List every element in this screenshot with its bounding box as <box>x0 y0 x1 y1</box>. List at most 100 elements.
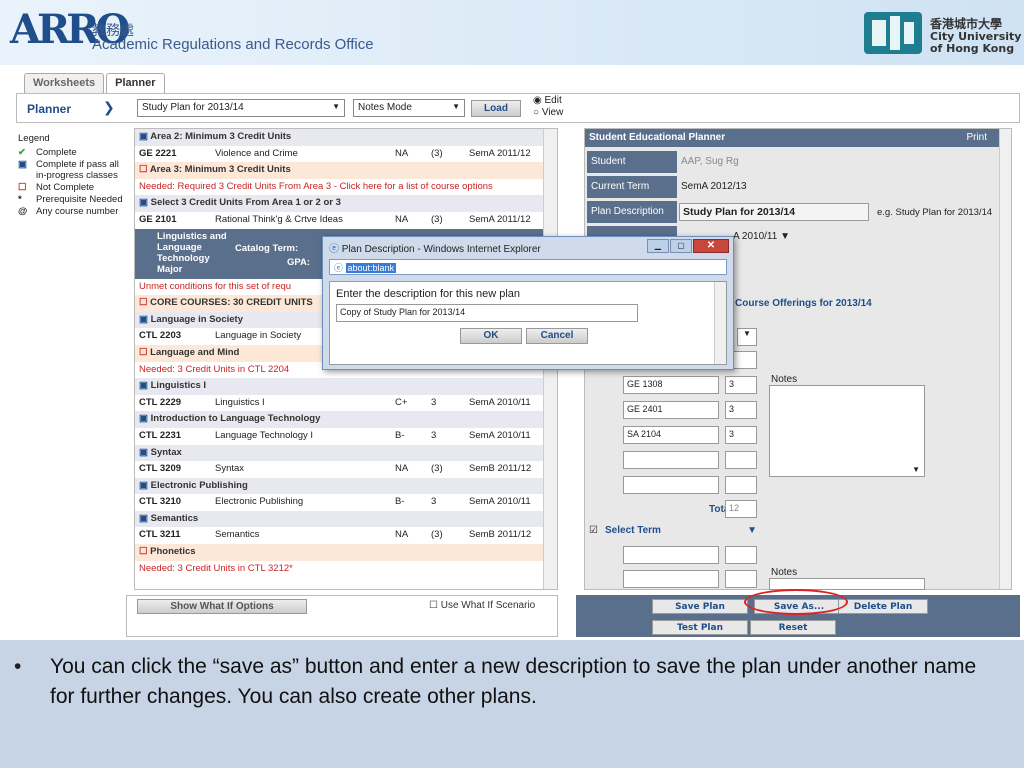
chevron-right-icon[interactable]: ❯ <box>103 100 115 116</box>
legend-label: Any course number <box>36 206 119 217</box>
requirement-header: ☐ Phonetics <box>135 544 557 561</box>
legend-label: Not Complete <box>36 182 95 193</box>
delete-plan-button[interactable]: Delete Plan <box>838 599 928 614</box>
course-input[interactable] <box>623 451 719 469</box>
save-plan-button[interactable]: Save Plan <box>652 599 748 614</box>
course-term: SemA 2010/11 <box>469 429 531 441</box>
notes-textarea[interactable]: ▼ <box>769 385 925 477</box>
legend-item: ▣ Complete if pass all in-progress classe… <box>18 159 126 181</box>
requirement-text: Introduction to Language Technology <box>150 413 321 425</box>
requirement-text: CORE COURSES: 30 CREDIT UNITS <box>150 297 313 309</box>
units-input[interactable] <box>725 451 757 469</box>
legend-item: ☐ Not Complete <box>18 182 126 193</box>
course-code: CTL 2231 <box>139 429 182 441</box>
total-value: 12 <box>725 500 757 518</box>
plan-description-input[interactable]: Study Plan for 2013/14 <box>679 203 869 221</box>
requirement-header: ☐ Area 3: Minimum 3 Credit Units <box>135 162 557 179</box>
print-link[interactable]: Print <box>966 129 987 147</box>
edit-radio[interactable]: ◉ Edit <box>533 95 562 106</box>
reset-button[interactable]: Reset <box>750 620 836 635</box>
units-input[interactable] <box>725 546 757 564</box>
mode-select[interactable]: Notes Mode ▼ <box>353 99 465 117</box>
course-title: Violence and Crime <box>215 147 298 159</box>
select-term-checkbox[interactable]: ☑ <box>589 525 598 536</box>
requirement-text: Needed: 3 Credit Units in CTL 2204 <box>139 363 290 375</box>
course-term: SemA 2010/11 <box>469 396 531 408</box>
units-input[interactable]: 3 <box>725 376 757 394</box>
show-what-if-button[interactable]: Show What If Options <box>137 599 307 614</box>
student-value: AAP, Sug Rg <box>681 156 739 167</box>
units-input[interactable]: 3 <box>725 401 757 419</box>
course-input[interactable] <box>623 476 719 494</box>
use-what-if-checkbox[interactable]: ☐ Use What If Scenario <box>429 600 535 611</box>
dialog-title: Plan Description - Windows Internet Expl… <box>341 244 541 255</box>
requirement-header: ▣ Semantics <box>135 510 557 528</box>
needed-row[interactable]: Needed: 3 Credit Units in CTL 3212* <box>135 560 557 578</box>
term-select-value: A 2010/11 <box>733 231 778 242</box>
requirement-text: Select 3 Credit Units From Area 1 or 2 o… <box>150 197 341 209</box>
view-radio[interactable]: ○ View <box>533 107 563 118</box>
units-input[interactable] <box>725 570 757 588</box>
mode-select-value: Notes Mode <box>358 102 412 113</box>
course-grade: B- <box>395 496 405 508</box>
legend-item: * Prerequisite Needed <box>18 194 126 205</box>
asterisk-icon: * <box>18 194 22 205</box>
course-input[interactable]: SA 2104 <box>623 426 719 444</box>
in-progress-icon: ▣ <box>139 131 151 142</box>
legend-label: Complete if pass all in-progress classes <box>36 159 119 181</box>
units-input[interactable]: 3 <box>725 426 757 444</box>
in-progress-icon: ▣ <box>139 512 151 524</box>
cancel-button[interactable]: Cancel <box>526 328 588 344</box>
test-plan-button[interactable]: Test Plan <box>652 620 748 635</box>
minimize-icon[interactable]: ▁ <box>647 239 669 253</box>
in-progress-icon: ▣ <box>139 413 151 425</box>
course-offerings-link[interactable]: Course Offerings for 2013/14 <box>735 298 872 309</box>
planner-title: Student Educational Planner Print <box>585 129 1011 147</box>
course-code: CTL 2229 <box>139 396 182 408</box>
not-complete-icon: ☐ <box>139 164 150 176</box>
tab-planner[interactable]: Planner <box>106 73 165 95</box>
select-term-dropdown[interactable]: Select Term ▼ <box>605 525 757 536</box>
planner-toolbar: Planner ❯ Study Plan for 2013/14 ▼ Notes … <box>16 93 1020 123</box>
course-input[interactable]: GE 1308 <box>623 376 719 394</box>
term-select[interactable]: A 2010/11 ▼ <box>733 231 790 242</box>
in-progress-icon: ▣ <box>139 313 151 325</box>
units-input[interactable] <box>725 476 757 494</box>
header-banner: ARRO 教務處 Academic Regulations and Record… <box>0 0 1024 65</box>
tab-bar: Worksheets Planner <box>24 73 165 95</box>
ok-button[interactable]: OK <box>460 328 522 344</box>
requirement-header: ▣ Area 2: Minimum 3 Credit Units <box>135 129 557 146</box>
scrollbar[interactable] <box>714 282 726 364</box>
course-input[interactable]: GE 2401 <box>623 401 719 419</box>
course-input[interactable] <box>623 546 719 564</box>
course-row: CTL 3210 Electronic Publishing B- 3 SemA 201… <box>135 494 557 511</box>
chevron-down-icon: ▼ <box>912 465 920 474</box>
course-units: (3) <box>431 529 443 541</box>
course-grade: C+ <box>395 396 408 408</box>
requirement-header: ▣ Syntax <box>135 444 557 462</box>
course-term: SemB 2011/12 <box>469 529 532 541</box>
requirement-text: Area 2: Minimum 3 Credit Units <box>150 131 292 142</box>
course-grade: NA <box>395 463 409 475</box>
needed-row[interactable]: Needed: Required 3 Credit Units From Are… <box>135 178 557 196</box>
plan-select[interactable]: Study Plan for 2013/14 ▼ <box>137 99 345 117</box>
student-label: Student <box>587 151 677 173</box>
load-button[interactable]: Load <box>471 100 521 117</box>
maximize-icon[interactable]: ▢ <box>670 239 692 253</box>
notes-label: Notes <box>771 374 798 385</box>
requirement-text: Semantics <box>150 512 199 524</box>
description-input[interactable]: Copy of Study Plan for 2013/14 <box>336 304 638 322</box>
dialog-titlebar: ⓔ Plan Description - Windows Internet Ex… <box>323 237 733 257</box>
tab-worksheets[interactable]: Worksheets <box>24 73 105 95</box>
scrollbar[interactable] <box>999 129 1011 589</box>
course-grade: NA <box>395 213 409 225</box>
course-code: CTL 3209 <box>139 463 182 475</box>
check-icon: ✔ <box>18 147 26 158</box>
course-input[interactable] <box>623 570 719 588</box>
chevron-down-icon[interactable]: ▼ <box>737 328 757 346</box>
dialog-address-bar[interactable]: ⓔ about:blank <box>329 259 727 275</box>
current-term-label: Current Term <box>587 176 677 198</box>
in-progress-icon: ▣ <box>139 197 151 209</box>
close-icon[interactable]: ✕ <box>693 239 729 253</box>
requirement-text: Language and Mind <box>150 346 240 358</box>
